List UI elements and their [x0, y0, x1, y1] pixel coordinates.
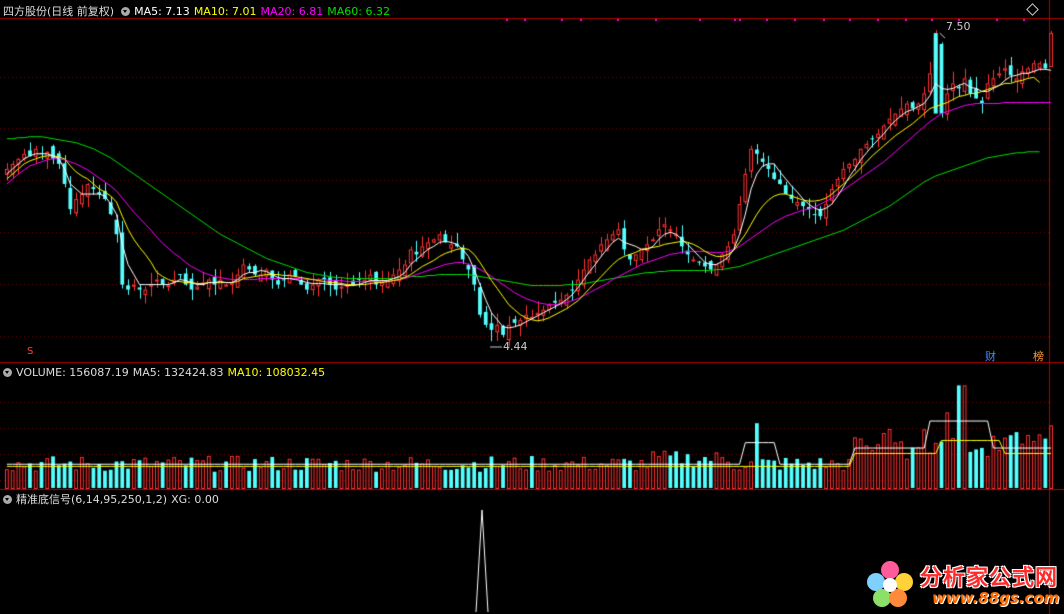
volume-ma10-label: MA10: 108032.45	[227, 365, 326, 379]
signal-s-badge[interactable]: S	[26, 346, 34, 357]
volume-menu-icon[interactable]	[3, 367, 12, 377]
finance-badge[interactable]: 财	[984, 348, 997, 364]
ranking-badge[interactable]: 榜	[1032, 348, 1045, 364]
volume-panel-header: VOLUME: 156087.19 MA5: 132424.83 MA10: 1…	[0, 365, 329, 379]
stock-chart-canvas[interactable]	[0, 0, 1064, 614]
watermark-logo: 分析家公式网 www.88gs.com	[862, 556, 1062, 612]
ma60-label: MA60: 6.32	[327, 4, 390, 18]
flower-logo-icon	[867, 561, 913, 607]
indicator-name: 精准底信号	[16, 493, 71, 506]
indicator-params: (6,14,95,250,1,2)	[71, 492, 168, 506]
volume-ma5-label: MA5: 132424.83	[132, 365, 224, 379]
period-label[interactable]: (日线 前复权)	[47, 3, 114, 19]
indicator-menu-icon[interactable]	[3, 494, 12, 504]
xg-value: XG: 0.00	[171, 492, 219, 506]
indicator-panel-header: 精准底信号 (6,14,95,250,1,2) XG: 0.00	[0, 492, 223, 506]
watermark-url: www.88gs.com	[932, 589, 1060, 607]
ma10-label: MA10: 7.01	[193, 4, 257, 18]
stock-name: 四方股份	[3, 5, 47, 18]
ma20-label: MA20: 6.81	[260, 4, 324, 18]
high-price-marker: 7.50	[946, 20, 971, 33]
volume-label: VOLUME: 156087.19	[16, 365, 129, 379]
menu-dropdown-icon[interactable]	[121, 6, 131, 16]
main-panel-header: 四方股份 (日线 前复权) MA5: 7.13 MA10: 7.01 MA20:…	[0, 3, 394, 19]
low-price-marker: 4.44	[503, 340, 528, 353]
watermark-site: 分析家公式网	[920, 566, 1059, 591]
ma5-label: MA5: 7.13	[134, 4, 190, 18]
